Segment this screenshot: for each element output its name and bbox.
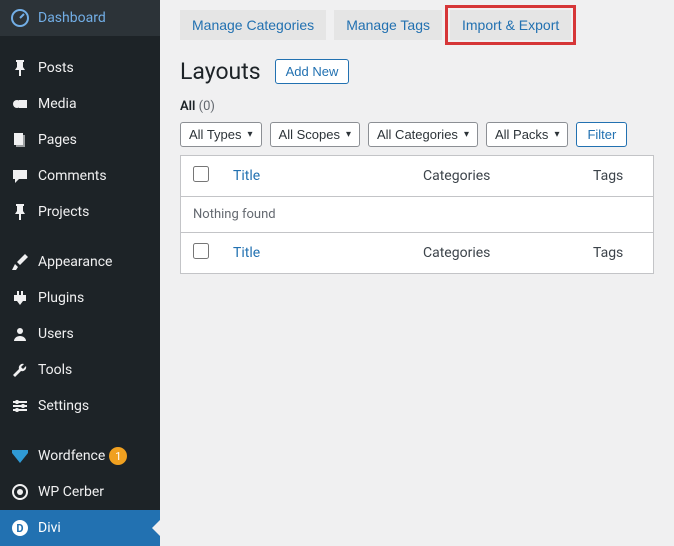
sidebar-item-appearance[interactable]: Appearance — [0, 244, 160, 280]
filter-packs[interactable]: All Packs▾ — [486, 122, 569, 147]
sidebar-label: Settings — [38, 398, 89, 414]
sidebar-label: Dashboard — [38, 10, 106, 26]
chevron-down-icon: ▾ — [346, 129, 351, 140]
brush-icon — [10, 252, 30, 272]
admin-sidebar: Dashboard Posts Media Pages Comments Pro… — [0, 0, 160, 525]
layouts-table: Title Categories Tags Nothing found Titl… — [180, 155, 654, 274]
col-tags: Tags — [593, 168, 623, 184]
filter-types[interactable]: All Types▾ — [180, 122, 262, 147]
settings-icon — [10, 396, 30, 416]
svg-text:D: D — [16, 522, 23, 535]
sidebar-label: Projects — [38, 204, 89, 220]
sidebar-separator — [0, 424, 160, 438]
sidebar-item-pages[interactable]: Pages — [0, 122, 160, 158]
pin-icon — [10, 58, 30, 78]
add-new-button[interactable]: Add New — [275, 59, 350, 84]
sidebar-item-media[interactable]: Media — [0, 86, 160, 122]
cerber-icon — [10, 482, 30, 502]
comment-icon — [10, 166, 30, 186]
page-title: Layouts — [180, 58, 261, 85]
sidebar-separator — [0, 36, 160, 50]
main-content: Manage Categories Manage Tags Import & E… — [160, 0, 674, 525]
sidebar-item-wordfence[interactable]: Wordfence 1 — [0, 438, 160, 474]
sidebar-label: Media — [38, 96, 77, 112]
sidebar-item-wpcerber[interactable]: WP Cerber — [0, 474, 160, 510]
pin-icon — [10, 202, 30, 222]
sidebar-item-tools[interactable]: Tools — [0, 352, 160, 388]
col-tags-footer: Tags — [593, 245, 623, 261]
table-row-empty: Nothing found — [181, 197, 654, 233]
divi-icon: D — [10, 518, 30, 538]
sidebar-item-plugins[interactable]: Plugins — [0, 280, 160, 316]
page-icon — [10, 130, 30, 150]
filter-bar: All Types▾ All Scopes▾ All Categories▾ A… — [180, 122, 654, 147]
sidebar-label: Wordfence — [38, 448, 105, 464]
sidebar-item-dashboard[interactable]: Dashboard — [0, 0, 160, 36]
sidebar-label: Posts — [38, 60, 74, 76]
layout-tabs: Manage Categories Manage Tags Import & E… — [180, 10, 654, 40]
tab-manage-categories[interactable]: Manage Categories — [180, 10, 326, 40]
chevron-down-icon: ▾ — [248, 129, 253, 140]
page-header: Layouts Add New — [180, 58, 654, 85]
filter-scopes[interactable]: All Scopes▾ — [270, 122, 360, 147]
tab-import-export[interactable]: Import & Export — [450, 10, 571, 40]
sidebar-separator — [0, 230, 160, 244]
col-title[interactable]: Title — [233, 168, 260, 184]
filter-all-count: (0) — [199, 99, 215, 114]
tab-manage-tags[interactable]: Manage Tags — [334, 10, 442, 40]
chevron-down-icon: ▾ — [464, 129, 469, 140]
col-categories-footer: Categories — [423, 245, 490, 261]
filter-button[interactable]: Filter — [576, 122, 627, 147]
sidebar-item-posts[interactable]: Posts — [0, 50, 160, 86]
sidebar-label: Users — [38, 326, 74, 342]
sidebar-item-users[interactable]: Users — [0, 316, 160, 352]
user-icon — [10, 324, 30, 344]
nothing-found: Nothing found — [181, 197, 654, 233]
filter-all-label: All — [180, 99, 195, 114]
sidebar-label: Divi — [38, 520, 61, 536]
sidebar-item-divi[interactable]: D Divi — [0, 510, 160, 546]
sidebar-label: Comments — [38, 168, 107, 184]
filter-categories[interactable]: All Categories▾ — [368, 122, 478, 147]
sidebar-item-comments[interactable]: Comments — [0, 158, 160, 194]
sidebar-label: WP Cerber — [38, 484, 104, 500]
col-title-footer[interactable]: Title — [233, 245, 260, 261]
sidebar-label: Appearance — [38, 254, 112, 270]
select-all-checkbox[interactable] — [193, 166, 209, 182]
notification-badge: 1 — [109, 447, 127, 465]
plugin-icon — [10, 288, 30, 308]
media-icon — [10, 94, 30, 114]
select-all-checkbox-footer[interactable] — [193, 243, 209, 259]
dashboard-icon — [10, 8, 30, 28]
col-categories: Categories — [423, 168, 490, 184]
sidebar-label: Pages — [38, 132, 77, 148]
wordfence-icon — [10, 446, 30, 466]
sidebar-item-projects[interactable]: Projects — [0, 194, 160, 230]
wrench-icon — [10, 360, 30, 380]
sidebar-label: Plugins — [38, 290, 84, 306]
sidebar-item-settings[interactable]: Settings — [0, 388, 160, 424]
list-filter-all[interactable]: All (0) — [180, 99, 654, 114]
chevron-down-icon: ▾ — [554, 129, 559, 140]
sidebar-label: Tools — [38, 362, 72, 378]
